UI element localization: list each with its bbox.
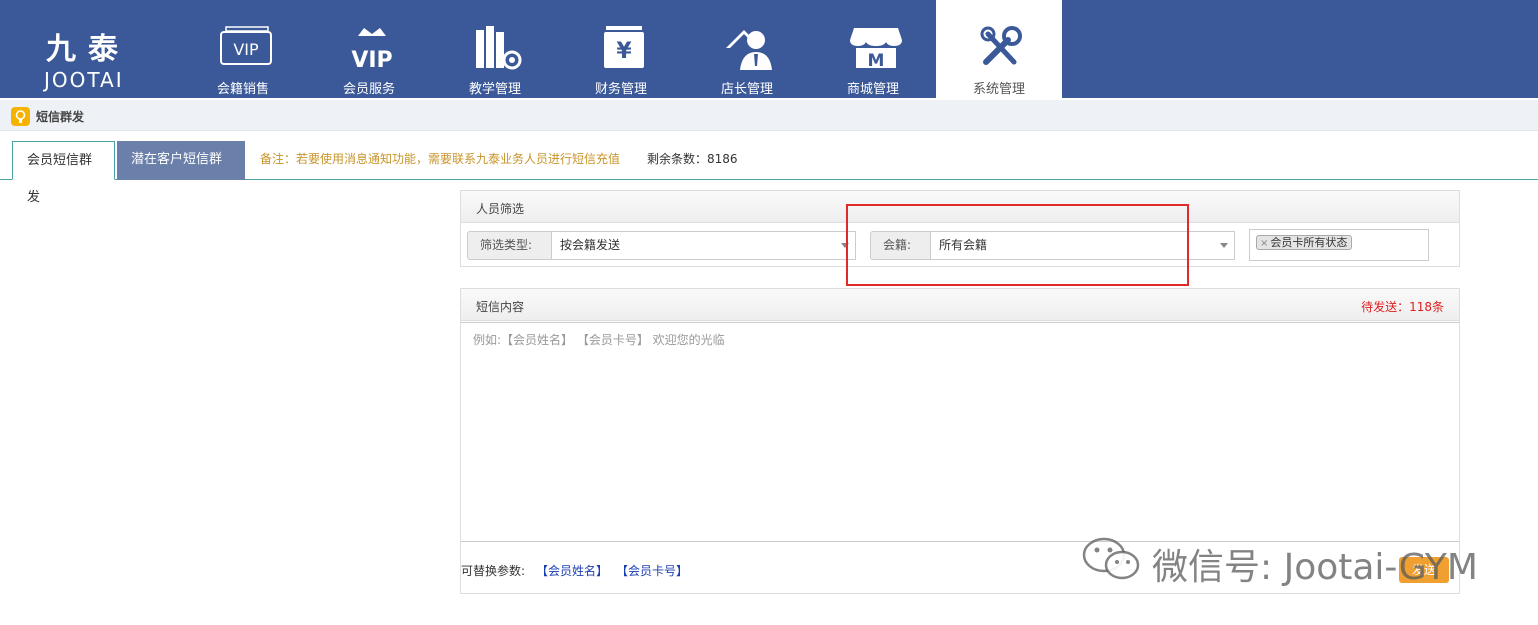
filter-type-label: 筛选类型:	[467, 231, 553, 260]
brand-logo[interactable]: 九泰 JOOTAI	[0, 0, 180, 98]
wechat-icon	[1082, 537, 1140, 580]
svg-text:VIP: VIP	[351, 48, 392, 72]
tab-member-sms[interactable]: 会员短信群发	[12, 141, 115, 205]
param-member-name[interactable]: 【会员姓名】	[536, 562, 608, 579]
watermark-text: 微信号: Jootai-GYM	[1152, 547, 1478, 588]
nav-item-manager[interactable]: 店长管理	[684, 0, 810, 98]
remove-tag-icon[interactable]: ×	[1260, 238, 1268, 249]
page-title: 短信群发	[36, 110, 85, 124]
breadcrumb: 短信群发	[0, 100, 1538, 131]
nav-label: 店长管理	[720, 82, 773, 97]
svg-text:¥: ¥	[616, 39, 632, 64]
param-card-number[interactable]: 【会员卡号】	[616, 562, 688, 579]
card-status-tag: × 会员卡所有状态	[1256, 235, 1353, 250]
manager-house-icon	[726, 30, 772, 70]
nav-item-system-management[interactable]: 系统管理	[936, 0, 1062, 98]
nav-item-member-service[interactable]: VIP 会员服务	[306, 0, 432, 98]
sms-panel-header: 短信内容 待发送：118条	[461, 289, 1459, 321]
store-icon: M	[850, 28, 902, 71]
nav-item-membership-sales[interactable]: VIP 会籍销售	[180, 0, 306, 98]
chevron-down-icon	[1220, 243, 1228, 248]
nav-label: 会籍销售	[216, 82, 269, 97]
card-status-tag-label: 会员卡所有状态	[1270, 236, 1348, 249]
filter-type-select[interactable]: 按会籍发送	[551, 231, 856, 260]
books-gear-icon	[476, 26, 522, 70]
lightbulb-icon	[11, 107, 30, 126]
card-status-multiselect[interactable]: × 会员卡所有状态	[1249, 229, 1429, 261]
nav-item-teaching-management[interactable]: 教学管理	[432, 0, 558, 98]
highlight-box	[846, 204, 1189, 286]
vip-card-icon: VIP	[220, 26, 272, 65]
nav-label: 教学管理	[468, 82, 521, 97]
filter-type-value: 按会籍发送	[560, 238, 621, 252]
sms-content-textarea[interactable]: 例如:【会员姓名】 【会员卡号】 欢迎您的光临	[461, 322, 1459, 542]
nav-label: 财务管理	[594, 82, 647, 97]
filter-panel-title: 人员筛选	[476, 202, 525, 216]
yen-box-icon: ¥	[604, 26, 644, 68]
tab-prospect-sms[interactable]: 潜在客户短信群发	[117, 141, 245, 204]
wechat-watermark: 微信号: Jootai-GYM	[1080, 535, 1500, 588]
svg-text:VIP: VIP	[233, 40, 259, 59]
top-navigation-bar: 九泰 JOOTAI VIP 会籍销售 VIP 会员服务 教学管理 ¥ 财务管理 …	[0, 0, 1538, 98]
nav-label: 系统管理	[972, 82, 1025, 97]
brand-name-en: JOOTAI	[44, 68, 124, 92]
tab-bar: 会员短信群发 潜在客户短信群发	[0, 141, 1538, 205]
nav-label: 商城管理	[846, 82, 899, 97]
brand-name-cn: 九泰	[46, 32, 130, 67]
remaining-count: 剩余条数：8186	[647, 152, 738, 166]
pending-count: 待发送：118条	[1361, 300, 1444, 314]
sms-placeholder: 例如:【会员姓名】 【会员卡号】 欢迎您的光临	[473, 333, 725, 347]
vip-crown-icon: VIP	[351, 28, 393, 72]
tools-icon	[980, 26, 1022, 65]
params-label: 可替换参数:	[461, 564, 526, 578]
svg-text:M: M	[868, 51, 885, 71]
nav-label: 会员服务	[342, 82, 395, 97]
recharge-note: 备注：若要使用消息通知功能，需要联系九泰业务人员进行短信充值	[260, 152, 621, 166]
nav-item-store-management[interactable]: M 商城管理	[810, 0, 936, 98]
nav-item-finance-management[interactable]: ¥ 财务管理	[558, 0, 684, 98]
sms-panel-title: 短信内容	[476, 300, 525, 314]
